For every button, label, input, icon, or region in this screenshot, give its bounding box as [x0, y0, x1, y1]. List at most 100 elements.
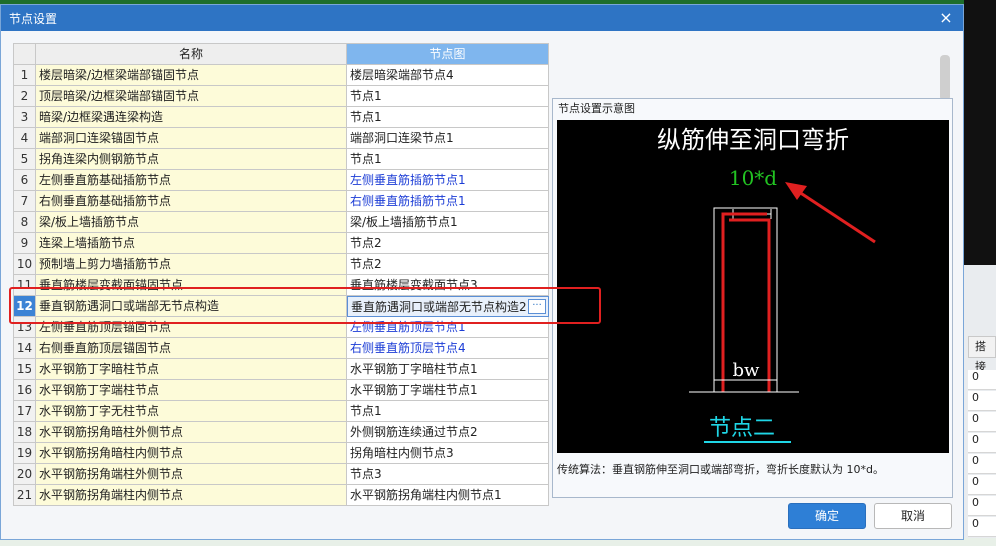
table-row[interactable]: 14 右侧垂直筋顶层锚固节点 右侧垂直筋顶层节点4 [14, 338, 549, 359]
table-row[interactable]: 15 水平钢筋丁字暗柱节点 水平钢筋丁字暗柱节点1 [14, 359, 549, 380]
node-name-cell: 暗梁/边框梁遇连梁构造 [36, 107, 347, 128]
node-value-text: 节点2 [350, 236, 382, 250]
node-table: 名称 节点图 1 楼层暗梁/边框梁端部锚固节点 楼层暗梁端部节点4 2 顶层暗梁/边框梁… [13, 43, 549, 506]
annotation-arrow-head [785, 182, 807, 200]
background-cell: 0 [968, 370, 996, 390]
node-value-cell[interactable]: 左侧垂直筋顶层节点1 [347, 317, 549, 338]
row-number: 13 [14, 317, 36, 338]
node-value-cell[interactable]: 外侧钢筋连续通过节点2 [347, 422, 549, 443]
diagram-title: 纵筋伸至洞口弯折 [657, 126, 849, 154]
background-column-header: 搭接 [968, 336, 996, 373]
node-value-text: 拐角暗柱内侧节点3 [350, 446, 454, 460]
node-name-cell: 右侧垂直筋基础插筋节点 [36, 191, 347, 212]
node-column-header[interactable]: 节点图 [347, 44, 549, 65]
node-name-cell: 垂直筋楼层变截面锚固节点 [36, 275, 347, 296]
scrollbar-thumb[interactable] [940, 55, 950, 101]
preview-panel-title: 节点设置示意图 [558, 102, 635, 115]
table-row[interactable]: 9 连梁上墙插筋节点 节点2 [14, 233, 549, 254]
node-name-cell: 顶层暗梁/边框梁端部锚固节点 [36, 86, 347, 107]
name-column-header[interactable]: 名称 [36, 44, 347, 65]
more-options-button[interactable]: ··· [528, 299, 546, 314]
row-number: 14 [14, 338, 36, 359]
dimension-label: 10*d [729, 166, 777, 190]
node-value-text: 端部洞口连梁节点1 [350, 131, 454, 145]
node-name-cell: 水平钢筋拐角暗柱外侧节点 [36, 422, 347, 443]
ok-button[interactable]: 确定 [788, 503, 866, 529]
width-label: bw [733, 360, 761, 381]
row-number: 5 [14, 149, 36, 170]
background-cell: 0 [968, 391, 996, 411]
annotation-arrow-line [792, 186, 876, 244]
node-name-cell: 水平钢筋丁字端柱节点 [36, 380, 347, 401]
row-number: 3 [14, 107, 36, 128]
table-row[interactable]: 12 垂直钢筋遇洞口或端部无节点构造 垂直筋遇洞口或端部无节点构造2 ··· [14, 296, 549, 317]
node-value-text: 垂直筋楼层变截面节点3 [350, 278, 478, 292]
table-row[interactable]: 21 水平钢筋拐角端柱内侧节点 水平钢筋拐角端柱内侧节点1 [14, 485, 549, 506]
node-value-cell[interactable]: 垂直筋遇洞口或端部无节点构造2 ··· [347, 296, 549, 317]
table-row[interactable]: 20 水平钢筋拐角端柱外侧节点 节点3 [14, 464, 549, 485]
background-app-right: 搭接 00000000 [964, 0, 996, 546]
table-row[interactable]: 5 拐角连梁内侧钢筋节点 节点1 [14, 149, 549, 170]
node-value-text: 外侧钢筋连续通过节点2 [350, 425, 478, 439]
node-name-cell: 端部洞口连梁锚固节点 [36, 128, 347, 149]
node-value-cell[interactable]: 拐角暗柱内侧节点3 [347, 443, 549, 464]
node-name-cell: 左侧垂直筋基础插筋节点 [36, 170, 347, 191]
node-value-cell[interactable]: 节点3 [347, 464, 549, 485]
row-number: 11 [14, 275, 36, 296]
node-value-cell[interactable]: 节点1 [347, 107, 549, 128]
background-cell: 0 [968, 517, 996, 537]
row-number: 9 [14, 233, 36, 254]
table-row[interactable]: 13 左侧垂直筋顶层锚固节点 左侧垂直筋顶层节点1 [14, 317, 549, 338]
table-row[interactable]: 19 水平钢筋拐角暗柱内侧节点 拐角暗柱内侧节点3 [14, 443, 549, 464]
node-value-cell[interactable]: 节点2 [347, 254, 549, 275]
cancel-button[interactable]: 取消 [874, 503, 952, 529]
table-row[interactable]: 6 左侧垂直筋基础插筋节点 左侧垂直筋插筋节点1 [14, 170, 549, 191]
node-value-cell[interactable]: 右侧垂直筋插筋节点1 [347, 191, 549, 212]
node-value-text: 楼层暗梁端部节点4 [350, 68, 454, 82]
node-name-cell: 水平钢筋丁字暗柱节点 [36, 359, 347, 380]
table-row[interactable]: 2 顶层暗梁/边框梁端部锚固节点 节点1 [14, 86, 549, 107]
node-name-cell: 水平钢筋拐角端柱内侧节点 [36, 485, 347, 506]
node-value-text: 左侧垂直筋顶层节点1 [350, 320, 466, 334]
table-row[interactable]: 4 端部洞口连梁锚固节点 端部洞口连梁节点1 [14, 128, 549, 149]
node-value-cell[interactable]: 右侧垂直筋顶层节点4 [347, 338, 549, 359]
node-value-cell[interactable]: 水平钢筋丁字暗柱节点1 [347, 359, 549, 380]
node-name-cell: 楼层暗梁/边框梁端部锚固节点 [36, 65, 347, 86]
node-value-cell[interactable]: 节点1 [347, 401, 549, 422]
node-value-text: 垂直筋遇洞口或端部无节点构造2 [351, 300, 527, 314]
table-header: 名称 节点图 [14, 44, 549, 65]
node-value-cell[interactable]: 节点1 [347, 86, 549, 107]
node-value-cell[interactable]: 左侧垂直筋插筋节点1 [347, 170, 549, 191]
node-value-cell[interactable]: 节点2 [347, 233, 549, 254]
table-row[interactable]: 18 水平钢筋拐角暗柱外侧节点 外侧钢筋连续通过节点2 [14, 422, 549, 443]
node-value-cell[interactable]: 节点1 [347, 149, 549, 170]
close-icon[interactable]: × [937, 9, 955, 27]
table-row[interactable]: 10 预制墙上剪力墙插筋节点 节点2 [14, 254, 549, 275]
table-row[interactable]: 3 暗梁/边框梁遇连梁构造 节点1 [14, 107, 549, 128]
node-preview-panel: 节点设置示意图 纵筋伸至洞口弯折 10*d bw 节点二 传统算法：垂直钢筋伸至… [552, 98, 953, 498]
node-value-cell[interactable]: 端部洞口连梁节点1 [347, 128, 549, 149]
table-row[interactable]: 11 垂直筋楼层变截面锚固节点 垂直筋楼层变截面节点3 [14, 275, 549, 296]
node-diagram-svg: 纵筋伸至洞口弯折 10*d bw 节点二 [657, 126, 876, 443]
dialog-title: 节点设置 [9, 11, 58, 26]
row-number: 10 [14, 254, 36, 275]
node-value-text: 节点1 [350, 89, 382, 103]
row-number: 19 [14, 443, 36, 464]
table-row[interactable]: 8 梁/板上墙插筋节点 梁/板上墙插筋节点1 [14, 212, 549, 233]
node-value-cell[interactable]: 楼层暗梁端部节点4 [347, 65, 549, 86]
table-row[interactable]: 7 右侧垂直筋基础插筋节点 右侧垂直筋插筋节点1 [14, 191, 549, 212]
node-value-cell[interactable]: 垂直筋楼层变截面节点3 [347, 275, 549, 296]
table-row[interactable]: 1 楼层暗梁/边框梁端部锚固节点 楼层暗梁端部节点4 [14, 65, 549, 86]
row-number: 21 [14, 485, 36, 506]
node-value-cell[interactable]: 水平钢筋拐角端柱内侧节点1 [347, 485, 549, 506]
row-number: 1 [14, 65, 36, 86]
node-name-cell: 水平钢筋拐角端柱外侧节点 [36, 464, 347, 485]
background-cell: 0 [968, 433, 996, 453]
node-value-cell[interactable]: 梁/板上墙插筋节点1 [347, 212, 549, 233]
table-row[interactable]: 17 水平钢筋丁字无柱节点 节点1 [14, 401, 549, 422]
node-value-cell[interactable]: 水平钢筋丁字端柱节点1 [347, 380, 549, 401]
preview-description: 传统算法：垂直钢筋伸至洞口或端部弯折，弯折长度默认为 10*d。 [557, 463, 884, 476]
background-cell: 0 [968, 496, 996, 516]
node-value-text: 节点2 [350, 257, 382, 271]
table-row[interactable]: 16 水平钢筋丁字端柱节点 水平钢筋丁字端柱节点1 [14, 380, 549, 401]
